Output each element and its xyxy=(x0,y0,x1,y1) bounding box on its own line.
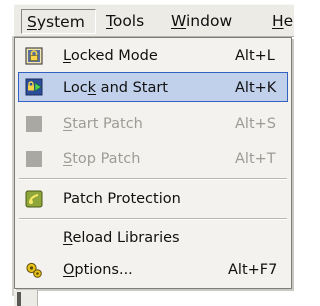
stop-patch-icon xyxy=(26,151,42,167)
menu-item-start-patch[interactable]: Start Patch Alt+S xyxy=(18,109,288,139)
lock-and-start-icon xyxy=(25,78,43,96)
menu-window-mnemonic: W xyxy=(171,12,186,30)
options-gears-icon xyxy=(26,262,42,278)
menu-help-label-rest: elp xyxy=(283,12,294,30)
patch-protection-icon xyxy=(25,190,43,208)
menu-item-label: Stop Patch xyxy=(63,151,141,167)
menu-help-mnemonic: H xyxy=(272,12,284,30)
lock-icon xyxy=(25,47,43,65)
menu-item-options[interactable]: Options... Alt+F7 xyxy=(18,255,288,285)
menu-tools[interactable]: Tools xyxy=(106,9,144,34)
menu-item-label: Locked Mode xyxy=(63,48,158,64)
background-window-bar xyxy=(17,292,21,306)
start-patch-icon xyxy=(26,116,42,132)
menu-item-patch-protection[interactable]: Patch Protection xyxy=(18,184,288,214)
menu-separator xyxy=(19,218,287,220)
menu-help[interactable]: Help xyxy=(272,9,294,34)
menu-item-label: Reload Libraries xyxy=(63,230,180,246)
menu-system-mnemonic: S xyxy=(27,13,37,31)
menu-item-lock-and-start[interactable]: Lock and Start Alt+K xyxy=(18,72,288,102)
menu-item-shortcut: Alt+T xyxy=(235,151,276,167)
menu-item-reload-libraries[interactable]: Reload Libraries xyxy=(18,223,288,253)
menu-item-label: Start Patch xyxy=(63,116,143,132)
menu-item-label: Patch Protection xyxy=(63,191,181,207)
menu-tools-mnemonic: T xyxy=(106,12,113,30)
menu-item-stop-patch[interactable]: Stop Patch Alt+T xyxy=(18,144,288,174)
menu-tools-label-rest: ools xyxy=(112,12,145,30)
screen: System Tools Window Help Locked Mode Alt… xyxy=(0,0,294,306)
menu-bar: System Tools Window Help xyxy=(14,4,294,37)
menu-item-label: Options... xyxy=(63,262,133,278)
menu-item-shortcut: Alt+L xyxy=(235,48,275,64)
menu-window-label-rest: indow xyxy=(186,12,233,30)
menu-item-locked-mode[interactable]: Locked Mode Alt+L xyxy=(18,41,288,71)
menu-system-label-rest: ystem xyxy=(36,13,85,31)
menu-item-shortcut: Alt+K xyxy=(235,80,277,96)
menu-separator xyxy=(19,178,287,180)
menu-item-shortcut: Alt+F7 xyxy=(228,262,278,278)
system-dropdown-menu: Locked Mode Alt+L Lock and Start Alt+K S… xyxy=(14,37,292,289)
menu-item-label: Lock and Start xyxy=(63,80,168,96)
menu-item-shortcut: Alt+S xyxy=(235,116,276,132)
menu-window[interactable]: Window xyxy=(171,9,232,34)
menu-system[interactable]: System xyxy=(21,9,96,34)
